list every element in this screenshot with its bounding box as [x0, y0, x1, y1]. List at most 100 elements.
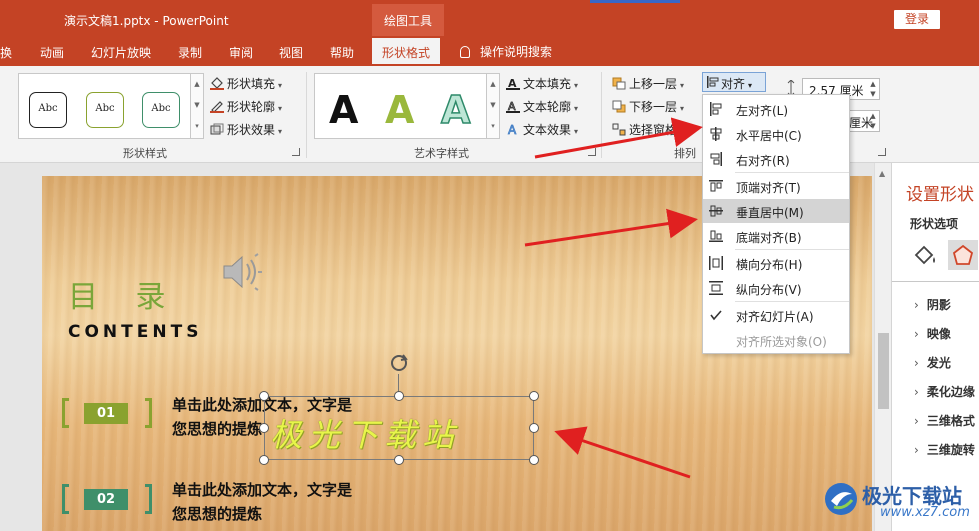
width-spinner[interactable]: ▲ ▼ — [867, 111, 879, 131]
shape-effect-icon — [210, 123, 224, 136]
pane-item-shadow[interactable]: › 阴影 — [914, 296, 951, 313]
align-middle-icon — [709, 204, 723, 218]
align-top-icon — [709, 179, 723, 193]
text-effect-button[interactable]: A 文本效果 ▾ — [506, 121, 578, 138]
wordart-launcher-icon[interactable] — [588, 148, 596, 156]
shape-outline-button[interactable]: 形状轮廓 ▾ — [210, 98, 282, 115]
watermark-logo-icon — [822, 480, 860, 518]
resize-handle-bl[interactable] — [259, 455, 269, 465]
tab-transitions[interactable]: 换 — [0, 44, 12, 61]
effects-icon[interactable] — [948, 240, 978, 270]
tell-me-label: 操作说明搜索 — [480, 45, 553, 59]
tab-record[interactable]: 录制 — [178, 44, 202, 61]
text-outline-button[interactable]: A 文本轮廓 ▾ — [506, 98, 578, 115]
bring-forward-button[interactable]: 上移一层 ▾ — [612, 75, 684, 92]
menu-item-align-bottom[interactable]: 底端对齐(B) — [703, 224, 849, 248]
shape-style-green[interactable]: Abc — [86, 92, 124, 128]
menu-item-align-middle[interactable]: 垂直居中(M) — [703, 199, 849, 223]
speaker-icon[interactable] — [220, 252, 266, 292]
tell-me-search[interactable]: 操作说明搜索 — [460, 43, 552, 60]
tab-slideshow[interactable]: 幻灯片放映 — [91, 44, 151, 61]
selection-box[interactable] — [264, 396, 534, 460]
shape-style-black[interactable]: Abc — [29, 92, 67, 128]
resize-handle-r[interactable] — [529, 423, 539, 433]
wordart-style-outline[interactable]: A — [440, 87, 471, 133]
tab-view[interactable]: 视图 — [279, 44, 303, 61]
pane-item-reflection[interactable]: › 映像 — [914, 325, 951, 342]
tab-help[interactable]: 帮助 — [330, 44, 354, 61]
shape-effect-button[interactable]: 形状效果 ▾ — [210, 121, 282, 138]
text-fill-button[interactable]: A 文本填充 ▾ — [506, 75, 578, 92]
text-fill-icon: A — [506, 77, 520, 90]
wordart-style-green[interactable]: A — [385, 88, 414, 132]
pane-item-glow[interactable]: › 发光 — [914, 354, 951, 371]
menu-item-align-top[interactable]: 顶端对齐(T) — [703, 174, 849, 198]
shape-style-teal[interactable]: Abc — [142, 92, 180, 128]
wordart-style-black[interactable]: A — [329, 88, 358, 132]
login-button[interactable]: 登录 — [894, 10, 940, 29]
paint-bucket-icon — [210, 77, 224, 90]
ribbon-separator — [601, 72, 602, 158]
pane-item-3d-rotation[interactable]: › 三维旋转 — [914, 441, 975, 458]
group-label-arrange: 排列 — [674, 147, 696, 160]
gallery-scroll[interactable]: ▲ ▼ ▾ — [190, 74, 203, 138]
rotate-handle-icon[interactable] — [388, 352, 410, 374]
wordart-gallery-scroll[interactable]: ▲ ▼ ▾ — [486, 74, 499, 138]
align-left-icon — [709, 102, 723, 116]
menu-item-align-to-slide[interactable]: 对齐幻灯片(A) — [703, 303, 849, 327]
scroll-up-icon[interactable]: ▲ — [879, 169, 885, 178]
pane-item-soft-edges[interactable]: › 柔化边缘 — [914, 383, 975, 400]
distribute-horizontal-icon — [709, 256, 723, 270]
context-group-drawing-tools: 绘图工具 — [372, 4, 444, 36]
resize-handle-br[interactable] — [529, 455, 539, 465]
shape-fill-button[interactable]: 形状填充 ▾ — [210, 75, 282, 92]
toc-number-box-1[interactable]: 01 — [62, 398, 152, 428]
shape-style-gallery[interactable]: Abc Abc Abc ▲ ▼ ▾ — [18, 73, 204, 139]
tab-shape-format[interactable]: 形状格式 — [372, 38, 441, 66]
menu-item-distribute-vertical[interactable]: 纵向分布(V) — [703, 276, 849, 300]
group-label-shape-styles: 形状样式 — [123, 147, 167, 160]
size-launcher-icon[interactable] — [878, 148, 886, 156]
resize-handle-l[interactable] — [259, 423, 269, 433]
svg-text:A: A — [508, 123, 517, 136]
toc-item-2-text[interactable]: 单击此处添加文本，文字是 您思想的提炼 — [172, 478, 352, 526]
slide-title[interactable]: 目 录 — [68, 272, 180, 316]
resize-handle-t[interactable] — [394, 391, 404, 401]
title-bar: 演示文稿1.pptx - PowerPoint 绘图工具 登录 — [0, 0, 979, 36]
document-title: 演示文稿1.pptx - PowerPoint — [64, 14, 229, 28]
pane-tab-shape-options[interactable]: 形状选项 — [910, 215, 958, 232]
vertical-scrollbar[interactable]: ▲ — [874, 163, 891, 531]
send-backward-button[interactable]: 下移一层 ▾ — [612, 98, 684, 115]
format-shape-pane: 设置形状 形状选项 › 阴影 › 映像 › 发光 › 柔化边缘 › 三维格式 › 三维旋转 — [891, 163, 979, 531]
slide-subtitle[interactable]: CONTENTS — [68, 322, 202, 342]
pane-item-3d-format[interactable]: › 三维格式 — [914, 412, 975, 429]
menu-item-align-center[interactable]: 水平居中(C) — [703, 122, 849, 146]
send-backward-icon — [612, 100, 626, 113]
align-dropdown-menu: 左对齐(L) 水平居中(C) 右对齐(R) 顶端对齐(T) 垂直居中(M) 底端… — [702, 94, 850, 354]
menu-item-align-left[interactable]: 左对齐(L) — [703, 97, 849, 121]
toc-number-1: 01 — [84, 403, 128, 424]
bring-forward-icon — [612, 77, 626, 90]
wordart-gallery[interactable]: A A A ▲ ▼ ▾ — [314, 73, 500, 139]
fill-line-icon[interactable] — [912, 243, 938, 270]
menu-item-align-selected-objects[interactable]: 对齐所选对象(O) — [703, 328, 849, 352]
lightbulb-icon — [460, 46, 470, 58]
align-button[interactable]: 对齐 ▾ — [702, 72, 766, 92]
resize-handle-tl[interactable] — [259, 391, 269, 401]
resize-handle-tr[interactable] — [529, 391, 539, 401]
distribute-vertical-icon — [709, 281, 723, 295]
tab-animations[interactable]: 动画 — [40, 44, 64, 61]
menu-item-distribute-horizontal[interactable]: 横向分布(H) — [703, 251, 849, 275]
resize-handle-b[interactable] — [394, 455, 404, 465]
watermark: 极光下载站 www.xz7.com — [818, 478, 979, 531]
scrollbar-thumb[interactable] — [878, 333, 889, 409]
toc-number-box-2[interactable]: 02 — [62, 484, 152, 514]
tab-review[interactable]: 审阅 — [229, 44, 253, 61]
selection-pane-button[interactable]: 选择窗格 — [612, 121, 677, 138]
align-center-icon — [709, 127, 723, 141]
shape-styles-launcher-icon[interactable] — [292, 148, 300, 156]
checkmark-icon — [709, 308, 723, 322]
menu-item-align-right[interactable]: 右对齐(R) — [703, 147, 849, 171]
pencil-icon — [210, 100, 224, 113]
height-spinner[interactable]: ▲ ▼ — [867, 79, 879, 99]
